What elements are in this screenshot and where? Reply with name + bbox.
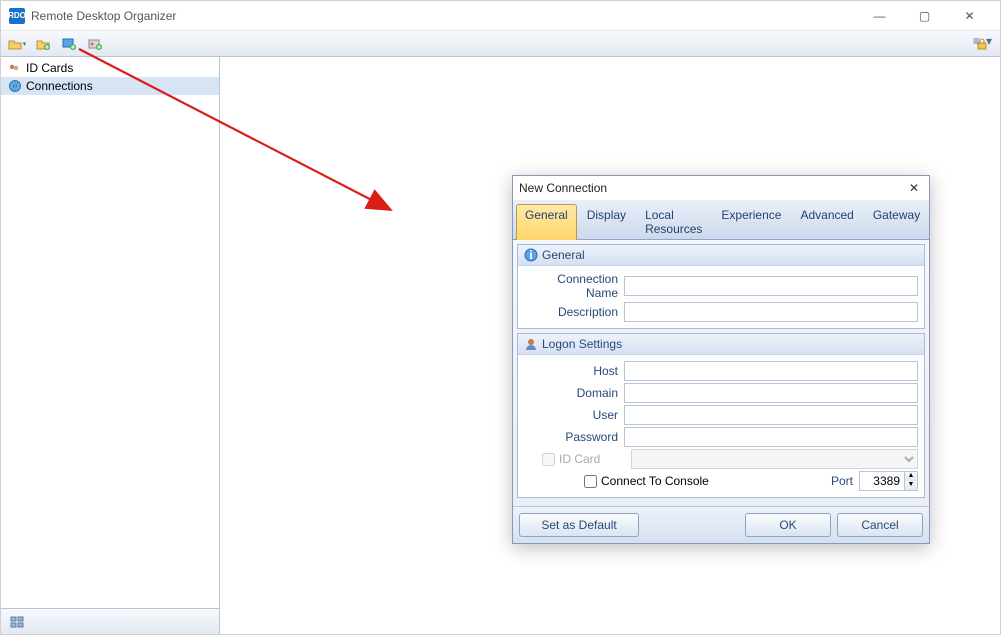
set-as-default-button[interactable]: Set as Default: [519, 513, 639, 537]
spinner-up-icon[interactable]: ▲: [905, 472, 917, 481]
tab-gateway[interactable]: Gateway: [864, 204, 929, 240]
sidebar-item-label: Connections: [26, 79, 93, 93]
globe-icon: [7, 78, 23, 94]
main-toolbar: [1, 31, 1000, 57]
group-general-title: General: [542, 248, 585, 262]
dialog-title: New Connection: [519, 181, 905, 195]
description-input[interactable]: [624, 302, 918, 322]
options-icon[interactable]: ≡: [973, 34, 980, 48]
ok-button[interactable]: OK: [745, 513, 831, 537]
connection-add-button[interactable]: [57, 33, 81, 55]
connect-console-label: Connect To Console: [601, 474, 709, 488]
window-title: Remote Desktop Organizer: [31, 9, 857, 23]
sidebar-item-idcards[interactable]: ID Cards: [1, 59, 219, 77]
folder-add-button[interactable]: [31, 33, 55, 55]
app-icon: RDO: [9, 8, 25, 24]
sidebar-item-connections[interactable]: Connections: [1, 77, 219, 95]
domain-label: Domain: [524, 386, 624, 400]
connect-console-checkbox[interactable]: [584, 475, 597, 488]
user-input[interactable]: [624, 405, 918, 425]
titlebar: RDO Remote Desktop Organizer — ▢ ✕: [1, 1, 1000, 31]
idcard-checkbox: [542, 453, 555, 466]
idcard-add-button[interactable]: [83, 33, 107, 55]
connection-tree: ID Cards Connections: [1, 57, 219, 608]
connection-name-label: Connection Name: [524, 272, 624, 300]
tab-local-resources[interactable]: Local Resources: [636, 204, 711, 240]
group-logon-header: Logon Settings: [518, 334, 924, 355]
group-logon-title: Logon Settings: [542, 337, 622, 351]
thumbnail-toggle-icon: [10, 616, 24, 628]
group-general-header: i General: [518, 245, 924, 266]
sidebar: ID Cards Connections: [1, 57, 220, 634]
tab-general[interactable]: General: [516, 204, 577, 240]
port-label: Port: [831, 474, 859, 488]
host-label: Host: [524, 364, 624, 378]
group-general: i General Connection Name Description: [517, 244, 925, 329]
port-input[interactable]: [859, 471, 905, 491]
main-area: ID Cards Connections 安下载 anxz.com: [1, 57, 1000, 634]
connection-add-icon: [62, 38, 76, 50]
folder-open-icon: [8, 38, 22, 50]
idcard-label: ID Card: [559, 452, 631, 466]
info-icon: i: [524, 248, 538, 262]
folder-add-icon: [36, 38, 50, 50]
tab-display[interactable]: Display: [578, 204, 635, 240]
new-connection-dialog: New Connection ✕ General Display Local R…: [512, 175, 930, 544]
user-label: User: [524, 408, 624, 422]
idcard-select: [631, 449, 918, 469]
password-label: Password: [524, 430, 624, 444]
password-input[interactable]: [624, 427, 918, 447]
idcard-add-icon: [88, 38, 102, 50]
content-area: 安下载 anxz.com New Connection ✕ General Di…: [220, 57, 1000, 634]
port-spinner[interactable]: ▲▼: [905, 471, 918, 491]
dialog-buttons: Set as Default OK Cancel: [513, 506, 929, 543]
spinner-down-icon[interactable]: ▼: [905, 481, 917, 490]
dialog-body: i General Connection Name Description: [513, 240, 929, 506]
svg-text:i: i: [529, 248, 532, 262]
right-toolbar: ≡ ▾: [973, 34, 992, 48]
cancel-button[interactable]: Cancel: [837, 513, 923, 537]
domain-input[interactable]: [624, 383, 918, 403]
sidebar-item-label: ID Cards: [26, 61, 73, 75]
chevron-down-icon[interactable]: ▾: [986, 34, 992, 48]
host-input[interactable]: [624, 361, 918, 381]
tab-advanced[interactable]: Advanced: [791, 204, 862, 240]
idcards-icon: [7, 60, 23, 76]
dialog-close-button[interactable]: ✕: [905, 179, 923, 197]
folder-open-button[interactable]: [5, 33, 29, 55]
dialog-tabbar: General Display Local Resources Experien…: [513, 200, 929, 240]
dialog-titlebar[interactable]: New Connection ✕: [513, 176, 929, 200]
tab-experience[interactable]: Experience: [712, 204, 790, 240]
description-label: Description: [524, 305, 624, 319]
minimize-button[interactable]: —: [857, 2, 902, 30]
thumbnail-toggle-button[interactable]: [5, 611, 29, 633]
group-logon-settings: Logon Settings Host Domain User: [517, 333, 925, 498]
maximize-button[interactable]: ▢: [902, 2, 947, 30]
close-button[interactable]: ✕: [947, 2, 992, 30]
sidebar-footer: [1, 608, 219, 634]
window-controls: — ▢ ✕: [857, 2, 992, 30]
connection-name-input[interactable]: [624, 276, 918, 296]
user-icon: [524, 337, 538, 351]
